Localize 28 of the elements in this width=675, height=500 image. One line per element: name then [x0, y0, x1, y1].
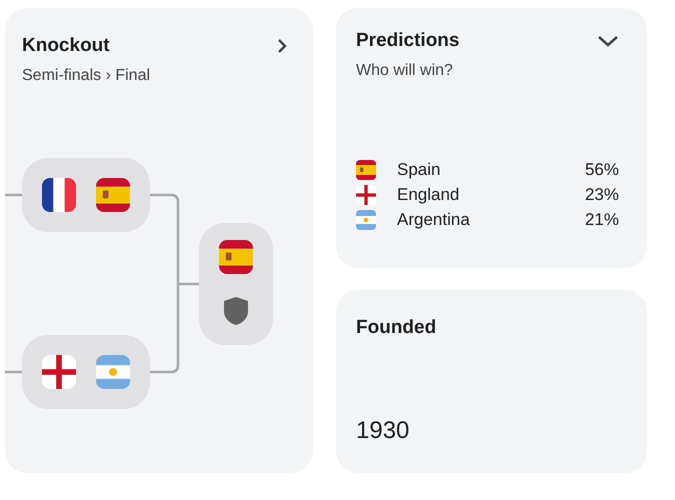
flag-icon — [219, 240, 253, 274]
flag-icon — [356, 185, 376, 205]
team-name: Spain — [397, 160, 442, 180]
flag-icon — [42, 178, 76, 212]
card-subtitle: Who will win? — [356, 62, 453, 80]
card-title: Knockout — [22, 35, 110, 57]
team-name: England — [397, 185, 460, 205]
connector-line — [5, 194, 22, 196]
win-percentage: 21% — [584, 210, 619, 230]
flag-icon — [96, 355, 130, 389]
flag-icon — [42, 355, 76, 389]
founded-year: 1930 — [356, 417, 410, 445]
match-pill[interactable] — [22, 335, 150, 409]
connector-line — [5, 370, 22, 374]
win-percentage: 23% — [584, 185, 619, 205]
flag-icon — [356, 210, 376, 230]
chevron-right-icon[interactable] — [275, 38, 289, 54]
card-title: Predictions — [356, 30, 460, 52]
card-subtitle: Semi-finals › Final — [22, 67, 150, 85]
win-percentage: 56% — [584, 160, 619, 180]
card-title: Founded — [356, 317, 438, 339]
team-name: Argentina — [397, 210, 471, 230]
match-pill[interactable] — [22, 158, 150, 232]
chevron-down-icon[interactable] — [597, 34, 619, 48]
shield-icon — [221, 294, 251, 328]
flag-icon — [96, 178, 130, 212]
match-pill[interactable] — [199, 223, 273, 345]
flag-icon — [356, 160, 376, 180]
